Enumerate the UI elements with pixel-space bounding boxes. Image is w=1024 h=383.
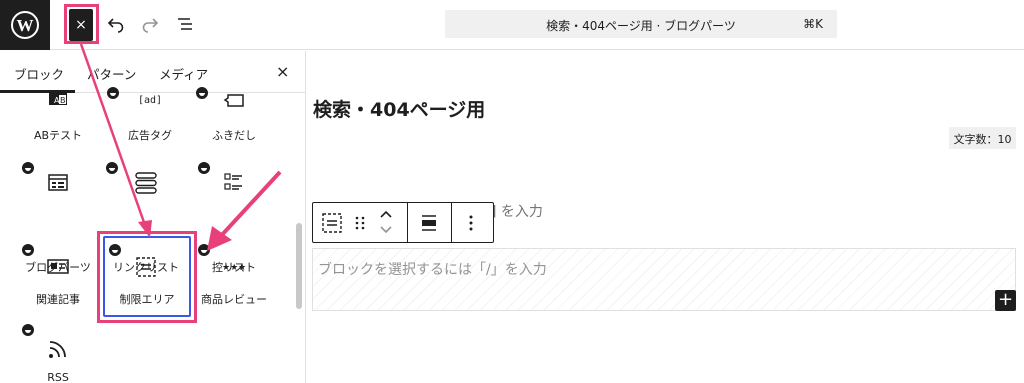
- link-list-icon: [135, 172, 157, 194]
- blog-parts-icon: [48, 174, 68, 191]
- drag-handle-icon: [355, 216, 365, 230]
- block-badge-icon: [198, 162, 210, 174]
- plus-icon: +: [997, 289, 1014, 310]
- list-view-icon: [178, 18, 192, 30]
- annotation-highlight-close: [64, 4, 99, 44]
- paragraph-placeholder-partial[interactable]: ] を入力: [491, 201, 543, 221]
- page-title[interactable]: 検索・404ページ用: [313, 95, 485, 122]
- close-icon[interactable]: ×: [276, 62, 289, 81]
- tab-blocks[interactable]: ブロック: [14, 64, 64, 83]
- undo-icon: [107, 18, 124, 33]
- block-badge-icon: [22, 162, 34, 174]
- ab-test-icon: A B: [49, 93, 67, 105]
- svg-text:★★★: ★★★: [222, 263, 246, 273]
- svg-text:B: B: [60, 96, 66, 105]
- inserter-tabs: ブロック パターン メディア ×: [0, 51, 305, 93]
- move-up-down-button[interactable]: [377, 208, 395, 240]
- align-button[interactable]: [420, 213, 438, 237]
- block-label: 商品レビュー: [201, 293, 267, 306]
- block-item-related-posts[interactable]: [12, 241, 104, 321]
- toolbar-divider: [451, 203, 452, 242]
- block-badge-icon: [196, 87, 208, 99]
- block-badge-icon: [198, 244, 210, 256]
- block-badge-icon: [22, 324, 34, 336]
- add-block-button[interactable]: +: [995, 290, 1016, 311]
- block-item-link-list[interactable]: [100, 159, 192, 239]
- toolbar-divider: [407, 203, 408, 242]
- tab-media[interactable]: メディア: [159, 64, 208, 83]
- command-palette-bar[interactable]: 検索・404ページ用 · ブログパーツ ⌘K: [445, 10, 837, 38]
- keyboard-shortcut: ⌘K: [803, 17, 823, 31]
- redo-button[interactable]: [139, 13, 161, 35]
- svg-text:[ad]: [ad]: [138, 95, 162, 106]
- block-label: RSS: [47, 371, 69, 383]
- document-title: 検索・404ページ用 · ブログパーツ: [546, 19, 736, 33]
- ad-tag-icon: [ad]: [138, 95, 162, 106]
- align-full-icon: [422, 215, 436, 231]
- list-view-button[interactable]: [174, 13, 196, 35]
- block-badge-icon: [22, 244, 34, 256]
- redo-icon: [142, 18, 159, 33]
- annotation-highlight-restricted-area: [97, 231, 197, 323]
- editor-top-bar: W × 検索・404ページ用 · ブログパーツ ⌘K: [0, 0, 1024, 50]
- char-count-badge: 文字数：10: [949, 127, 1016, 149]
- block-label: 関連記事: [36, 293, 80, 306]
- block-item-product-review[interactable]: ★★★: [188, 241, 280, 321]
- block-label: 広告タグ: [128, 129, 172, 142]
- rss-icon: [49, 341, 66, 358]
- block-item-blog-parts[interactable]: [12, 159, 104, 239]
- tab-patterns[interactable]: パターン: [87, 64, 136, 83]
- block-label: ABテスト: [33, 129, 83, 142]
- restricted-area-icon: [322, 213, 342, 233]
- block-placeholder-text[interactable]: ブロックを選択するには「/」を入力: [318, 259, 547, 279]
- related-posts-icon: [47, 259, 69, 274]
- block-badge-icon: [107, 87, 119, 99]
- wordpress-logo-button[interactable]: W: [0, 0, 50, 50]
- check-list-icon: [224, 173, 242, 190]
- product-review-icon: ★★★: [222, 263, 246, 273]
- more-vertical-icon: [469, 215, 473, 231]
- block-badge-icon: [106, 162, 118, 174]
- restricted-area-block[interactable]: ブロックを選択するには「/」を入力: [312, 248, 1016, 311]
- svg-text:W: W: [17, 16, 34, 35]
- drag-handle[interactable]: [353, 214, 367, 236]
- sidebar-scrollbar[interactable]: [296, 223, 302, 309]
- block-toolbar: [312, 202, 494, 243]
- block-type-button[interactable]: [321, 212, 343, 238]
- wordpress-icon: W: [11, 11, 39, 39]
- speech-bubble-icon: [223, 94, 244, 107]
- block-item-check-list[interactable]: [188, 159, 280, 239]
- undo-button[interactable]: [105, 13, 127, 35]
- more-options-button[interactable]: [466, 214, 476, 236]
- chevron-up-down-icon: [380, 210, 392, 234]
- block-inserter-panel: ブロック パターン メディア × A B ABテスト [ad] 広告タグ ふきだ…: [0, 51, 306, 383]
- block-label: ふきだし: [212, 129, 256, 142]
